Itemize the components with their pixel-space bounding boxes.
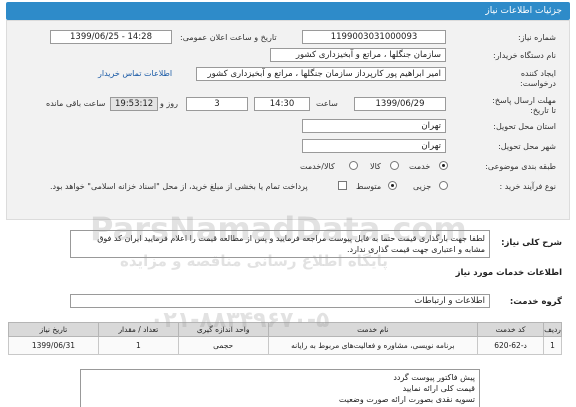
- days-field: 3: [186, 97, 248, 111]
- treasury-payment-note: پرداخت تمام یا بخشی از مبلغ خرید، از محل…: [50, 182, 308, 191]
- table-row: 1 د-62-620 برنامه نویسی، مشاوره و فعالیت…: [8, 336, 562, 355]
- row-unit: حجمی: [177, 336, 269, 355]
- category-option-goods: کالا: [370, 162, 381, 171]
- category-radio-goods-service[interactable]: [349, 161, 358, 170]
- creator-field: امیر ابراهیم پور کارپرداز سازمان جنگلها …: [196, 67, 446, 81]
- city-field: تهران: [302, 139, 446, 153]
- process-option-minor: جزیی: [413, 182, 432, 191]
- row-qty: 1: [97, 336, 179, 355]
- category-label: طبقه بندی موضوعی:: [485, 162, 556, 171]
- need-number-label: شماره نیاز:: [518, 33, 556, 42]
- col-qty: تعداد / مقدار: [97, 322, 179, 337]
- services-table: ردیف کد خدمت نام خدمت واحد اندازه گیری ت…: [8, 322, 562, 355]
- need-number-field: 1199003031000093: [302, 30, 446, 44]
- note-line: تسویه نقدی بصورت ارائه صورت وضعیت: [338, 395, 475, 404]
- row-index: 1: [543, 336, 562, 355]
- note-line: پیش فاکتور پیوست گردد: [393, 373, 475, 382]
- description-title: شرح کلی نیاز:: [501, 238, 562, 248]
- province-label: استان محل تحویل:: [493, 122, 556, 131]
- category-option-goods-service: کالا/خدمت: [300, 162, 335, 171]
- city-label: شهر محل تحویل:: [498, 142, 556, 151]
- buyer-contact-link[interactable]: اطلاعات تماس خریدار: [98, 69, 172, 78]
- announce-label: تاریخ و ساعت اعلان عمومی:: [180, 33, 277, 42]
- process-label: نوع فرآیند خرید :: [499, 182, 556, 191]
- treasury-payment-checkbox[interactable]: [338, 181, 347, 190]
- deadline-date-field: 1399/06/29: [354, 97, 446, 111]
- description-box: لطفا جهت بارگذاری قیمت حتما به فایل پیوس…: [70, 230, 490, 258]
- process-radio-medium[interactable]: [388, 181, 397, 190]
- services-section-title: اطلاعات خدمات مورد نیاز: [455, 268, 562, 278]
- notes-box: پیش فاکتور پیوست گردد قیمت کلی ارائه نما…: [80, 369, 480, 407]
- deadline-label: مهلت ارسال پاسخ: تا تاریخ:: [492, 96, 556, 115]
- col-code: کد خدمت: [477, 322, 545, 337]
- col-name: نام خدمت: [267, 322, 479, 337]
- service-group-field: اطلاعات و ارتباطات: [70, 294, 490, 308]
- page-title: جزئیات اطلاعات نیاز: [485, 6, 562, 16]
- table-header-row: ردیف کد خدمت نام خدمت واحد اندازه گیری ت…: [8, 322, 562, 337]
- row-name: برنامه نویسی، مشاوره و فعالیت‌های مربوط …: [267, 336, 479, 355]
- col-date: تاریخ نیاز: [8, 322, 99, 337]
- row-code: د-62-620: [477, 336, 545, 355]
- remaining-label: ساعت باقی مانده: [46, 99, 106, 108]
- creator-label: ایجاد کننده درخواست:: [520, 69, 556, 88]
- category-option-selected: خدمت: [409, 162, 431, 171]
- category-radio-goods[interactable]: [390, 161, 399, 170]
- days-label: روز و: [160, 99, 178, 108]
- buyer-label: نام دستگاه خریدار:: [493, 51, 556, 60]
- service-group-label: گروه خدمت:: [509, 297, 562, 307]
- note-line: قیمت کلی ارائه نمایید: [402, 384, 475, 393]
- deadline-time-field: 14:30: [254, 97, 310, 111]
- process-radio-minor[interactable]: [439, 181, 448, 190]
- page-header: جزئیات اطلاعات نیاز: [6, 2, 570, 20]
- time-label: ساعت: [316, 99, 338, 108]
- announce-field: 1399/06/25 - 14:28: [50, 30, 172, 44]
- col-unit: واحد اندازه گیری: [177, 322, 269, 337]
- col-index: ردیف: [543, 322, 562, 337]
- buyer-field: سازمان جنگلها ، مراتع و آبخیزداری کشور: [270, 48, 446, 62]
- row-date: 1399/06/31: [8, 336, 99, 355]
- category-radio-selected[interactable]: [439, 161, 448, 170]
- remaining-time-field: 19:53:12: [110, 97, 158, 111]
- process-option-medium: متوسط: [356, 182, 382, 191]
- province-field: تهران: [302, 119, 446, 133]
